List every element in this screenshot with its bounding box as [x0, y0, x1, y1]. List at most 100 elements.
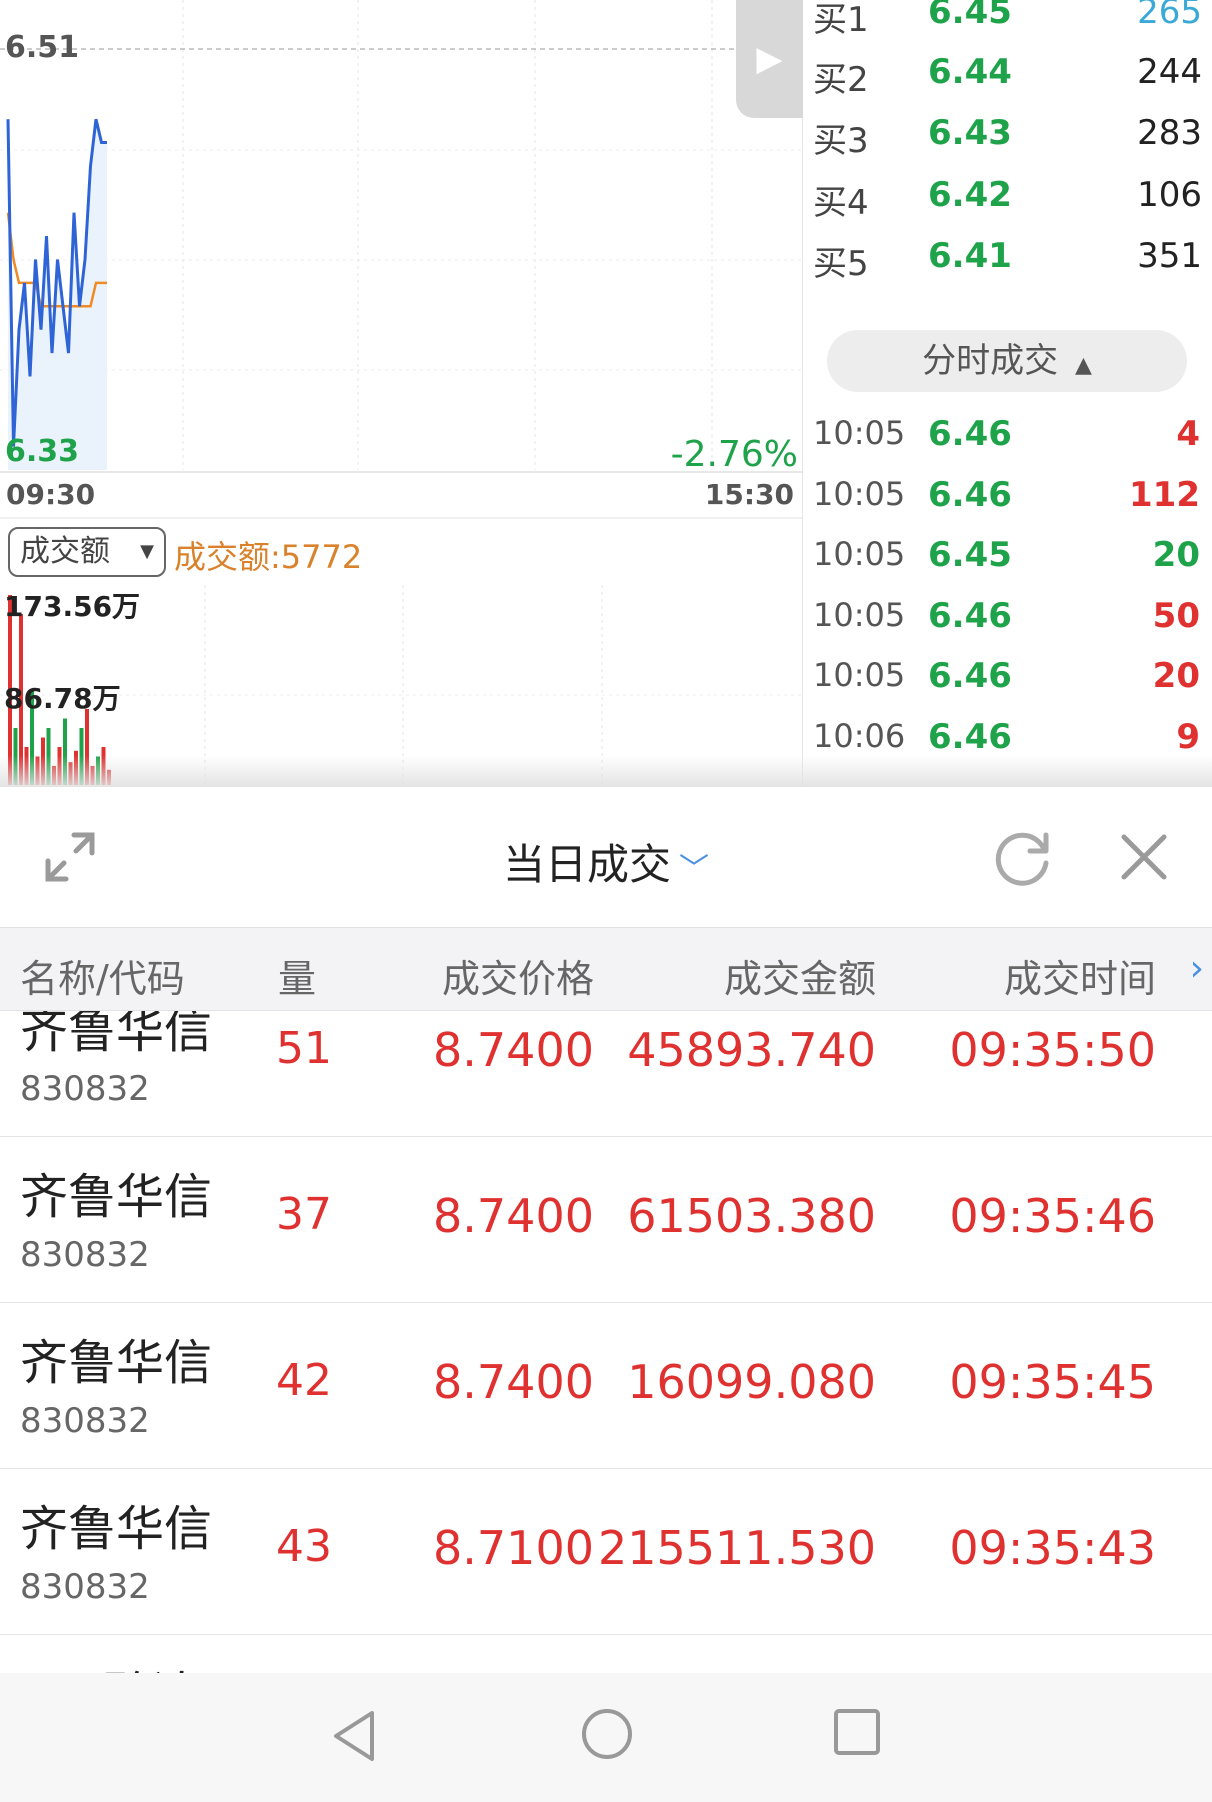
tick-row: 10:05 6.46 50 [803, 596, 1212, 656]
price-min-label: 6.33 [5, 434, 80, 469]
tick-time: 10:06 [813, 716, 906, 755]
table-row[interactable]: 齐鲁华信 830832 42 8.7400 16099.080 09:35:45 [0, 1303, 1212, 1469]
col-price-header[interactable]: 成交价格 [442, 948, 594, 1003]
stock-name: 齐鲁华信 [20, 1169, 213, 1225]
tick-price: 6.46 [928, 414, 1012, 454]
trade-amount: 215511.530 [597, 1521, 876, 1575]
bid-row[interactable]: 买2 6.44 244 [803, 52, 1212, 112]
volume-amount-value: 成交额:5772 [174, 538, 363, 576]
tick-time: 10:05 [813, 535, 906, 573]
stock-name: *ST聆达 [20, 1655, 200, 1673]
trade-qty: 42 [276, 1355, 332, 1406]
tick-row: 10:05 6.46 20 [803, 656, 1212, 716]
bid-volume: 283 [1137, 113, 1202, 153]
tick-price: 6.46 [928, 474, 1012, 515]
bid-row[interactable]: 买5 6.41 351 [803, 236, 1212, 296]
bid-volume: 244 [1137, 52, 1202, 92]
trade-qty: 43 [276, 1521, 332, 1572]
tick-price: 6.46 [928, 656, 1012, 696]
bid-row[interactable]: 买4 6.42 106 [803, 175, 1212, 235]
trade-amount: 61503.380 [627, 1189, 876, 1243]
time-start-label: 09:30 [6, 478, 96, 511]
ticks-header-label: 分时成交 [922, 341, 1059, 381]
time-end-label: 15:30 [704, 478, 794, 511]
tick-time: 10:05 [813, 414, 906, 452]
trade-amount: 16099.080 [627, 1355, 876, 1409]
bid-row[interactable]: 买1 6.45 265 [803, 0, 1212, 52]
stock-code: 830832 [20, 1567, 150, 1607]
trade-time: 09:35:45 [949, 1355, 1156, 1409]
change-pct-label: -2.76% [670, 434, 798, 475]
volume-max-label: 173.56万 [4, 590, 141, 623]
trade-price: 8.7400 [433, 1023, 594, 1077]
trades-sheet: 当日成交 ﹀ 名称/代码 量 成交价格 成交金额 成交时间 › 齐鲁华信 83083… [0, 787, 1212, 1673]
trade-qty: 51 [276, 1023, 332, 1074]
col-time-header[interactable]: 成交时间 [1004, 948, 1156, 1003]
bid-volume: 106 [1137, 175, 1202, 215]
bid-row[interactable]: 买3 6.43 283 [803, 113, 1212, 173]
table-row[interactable]: *ST聆达 [0, 1635, 1212, 1673]
trades-table[interactable]: 齐鲁华信 830832 51 8.7400 45893.740 09:35:50 齐鲁华信 8… [0, 1011, 1212, 1673]
table-row[interactable]: 齐鲁华信 830832 43 8.7100 215511.530 09:35:43 [0, 1469, 1212, 1635]
col-amount-header[interactable]: 成交金额 [724, 948, 876, 1003]
table-row[interactable]: 齐鲁华信 830832 51 8.7400 45893.740 09:35:50 [0, 1011, 1212, 1137]
chevron-right-icon[interactable]: › [1190, 948, 1204, 989]
recent-apps-icon[interactable] [832, 1707, 882, 1757]
stock-panel: 6.51 6.33 -2.76% 09:30 15:30 ▶ 成交额 ▼ 成交额… [0, 0, 1212, 787]
home-icon[interactable] [580, 1707, 634, 1761]
tick-volume: 4 [1176, 414, 1200, 454]
sheet-toolbar: 当日成交 ﹀ [0, 787, 1212, 927]
caret-up-icon: ▲ [1074, 353, 1092, 378]
sheet-title: 当日成交 [502, 840, 671, 889]
trade-price: 8.7400 [433, 1355, 594, 1409]
tick-volume: 20 [1152, 656, 1200, 696]
panel-shadow [0, 755, 1212, 787]
trade-time: 09:35:43 [949, 1521, 1156, 1575]
volume-type-value: 成交额 [20, 534, 110, 569]
tick-price: 6.45 [928, 535, 1012, 575]
collapse-panel-button[interactable]: ▶ [736, 0, 803, 118]
table-header: 名称/代码 量 成交价格 成交金额 成交时间 › [0, 927, 1212, 1011]
stock-name: 齐鲁华信 [20, 1011, 213, 1059]
tick-row: 10:05 6.46 4 [803, 414, 1212, 474]
stock-name: 齐鲁华信 [20, 1335, 213, 1391]
tick-row: 10:05 6.45 20 [803, 535, 1212, 595]
volume-mid-label: 86.78万 [4, 682, 121, 715]
tick-time: 10:05 [813, 595, 906, 634]
trade-price: 8.7400 [433, 1189, 594, 1243]
tick-volume: 50 [1152, 595, 1200, 636]
trade-time: 09:35:50 [949, 1023, 1156, 1077]
bid-level: 买1 [813, 0, 869, 40]
refresh-icon[interactable] [992, 827, 1054, 889]
close-icon[interactable] [1118, 831, 1170, 883]
bid-level: 买3 [813, 121, 869, 161]
tick-time: 10:05 [813, 474, 906, 513]
stock-code: 830832 [20, 1069, 150, 1109]
trade-price: 8.7100 [433, 1521, 594, 1575]
trade-qty: 37 [276, 1189, 332, 1240]
bid-level: 买5 [813, 244, 869, 284]
stock-code: 830832 [20, 1235, 150, 1275]
price-max-label: 6.51 [5, 30, 80, 65]
tick-price: 6.46 [928, 716, 1012, 757]
table-row[interactable]: 齐鲁华信 830832 37 8.7400 61503.380 09:35:46 [0, 1137, 1212, 1303]
tick-volume: 20 [1152, 535, 1200, 575]
stock-name: 齐鲁华信 [20, 1501, 213, 1557]
tick-price: 6.46 [928, 595, 1012, 636]
bid-volume: 265 [1137, 0, 1202, 32]
bid-price: 6.42 [928, 175, 1012, 215]
bid-price: 6.45 [928, 0, 1012, 32]
back-icon[interactable] [328, 1707, 380, 1765]
volume-type-dropdown[interactable]: 成交额 ▼ [8, 527, 166, 577]
bid-price: 6.41 [928, 236, 1012, 276]
intraday-chart-area[interactable]: 6.51 6.33 -2.76% 09:30 15:30 ▶ 成交额 ▼ 成交额… [0, 0, 803, 787]
chevron-down-icon: ﹀ [679, 852, 709, 887]
trade-amount: 45893.740 [627, 1023, 876, 1077]
tick-volume: 9 [1176, 716, 1200, 757]
col-name-header[interactable]: 名称/代码 [20, 948, 185, 1003]
order-book: 买1 6.45 265 买2 6.44 244 买3 6.43 283 买4 6.42 106 买5 6.… [803, 0, 1212, 787]
bid-level: 买2 [813, 60, 869, 100]
col-qty-header[interactable]: 量 [278, 948, 316, 1003]
dropdown-arrow-icon: ▼ [140, 541, 154, 562]
ticks-toggle-button[interactable]: 分时成交 ▲ [827, 330, 1187, 392]
